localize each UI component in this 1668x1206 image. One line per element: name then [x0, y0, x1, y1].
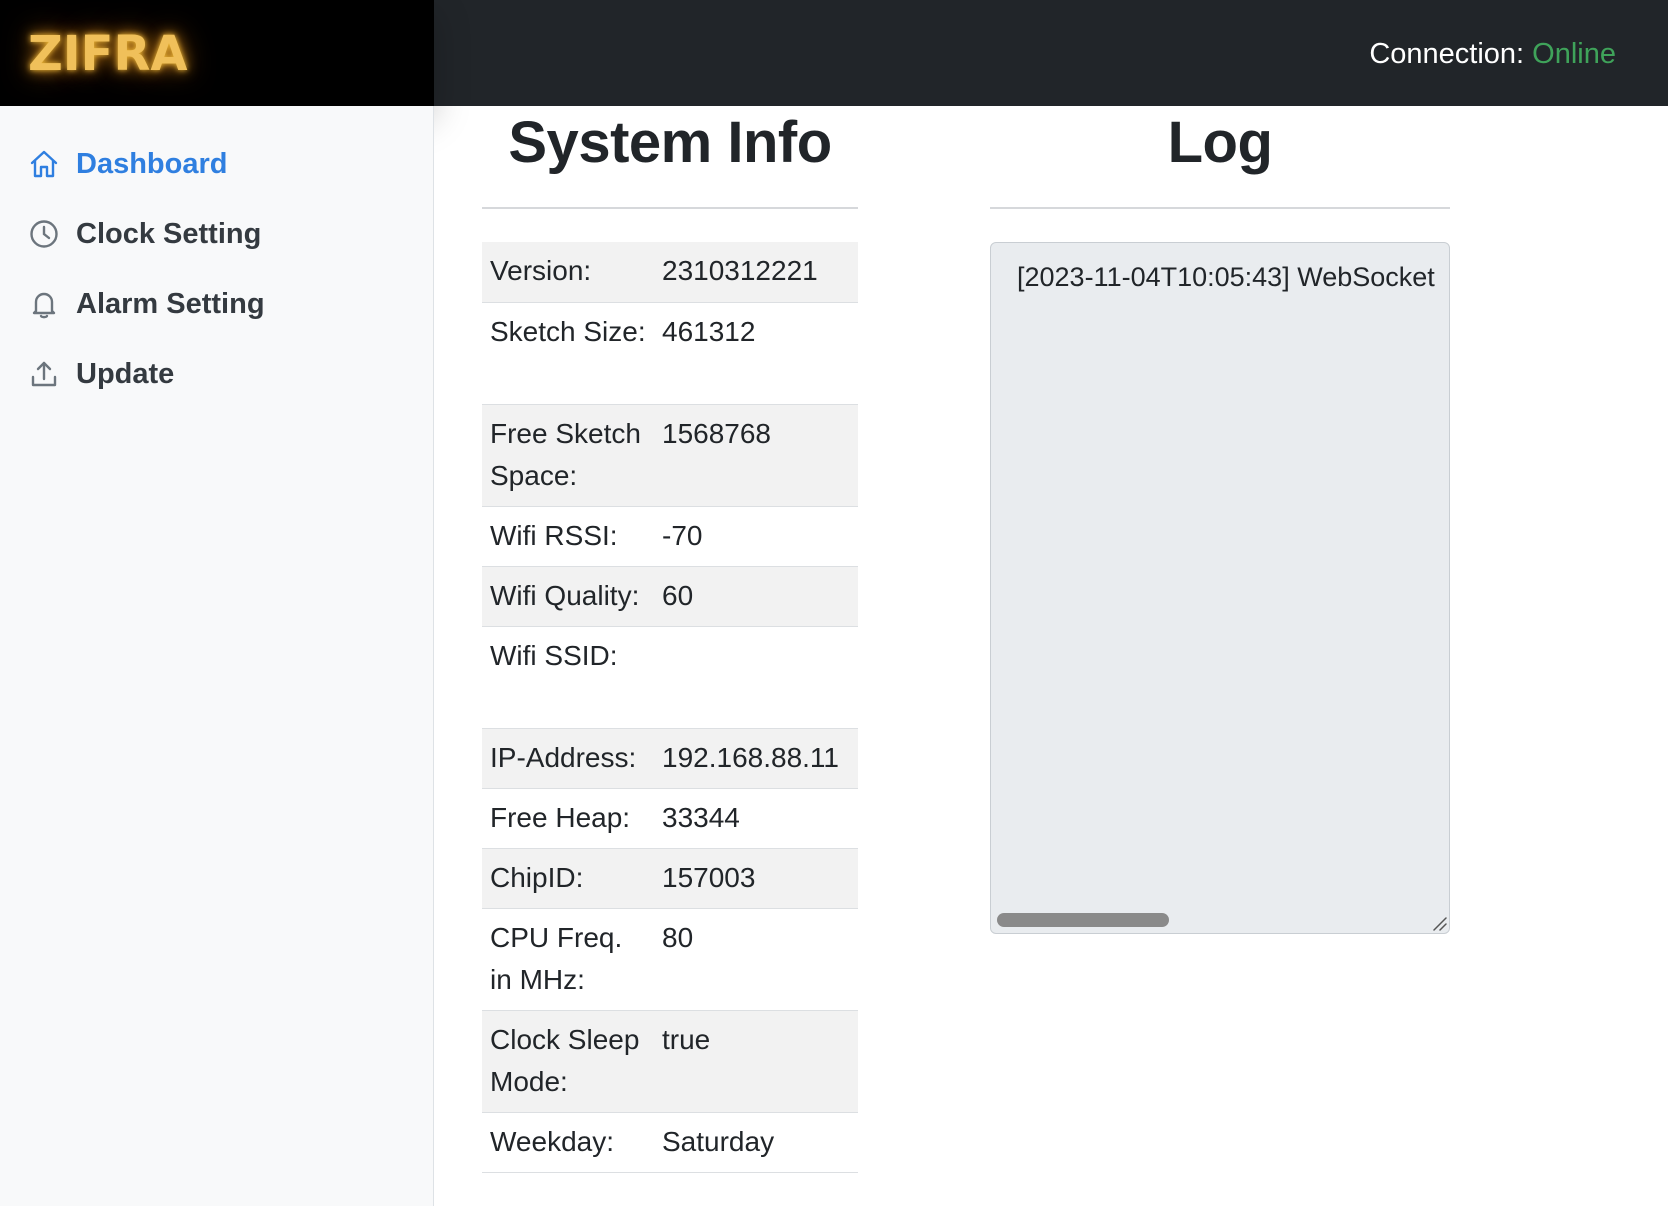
info-value: 192.168.88.11 [654, 728, 858, 789]
table-row: Wifi Quality: 60 [482, 566, 858, 627]
system-info-table: Version: 2310312221 Sketch Size: 461312 … [482, 242, 858, 1173]
table-row: Clock Sleep Mode: true [482, 1010, 858, 1113]
info-value [654, 626, 858, 729]
system-info-title: System Info [508, 110, 832, 175]
table-row: Free Heap: 33344 [482, 788, 858, 849]
info-key: Weekday: [482, 1112, 654, 1173]
info-key: Wifi RSSI: [482, 506, 654, 567]
connection-status: Online [1532, 38, 1616, 70]
top-navbar: ZIFRA Connection: Online [0, 0, 1668, 106]
sidebar: Dashboard Clock Setting Alarm Setting Up… [0, 106, 434, 1206]
info-value: -70 [654, 506, 858, 567]
info-value: 60 [654, 566, 858, 627]
sidebar-item-label: Dashboard [76, 147, 228, 180]
bell-icon [28, 288, 60, 320]
info-value: 1568768 [654, 404, 858, 507]
table-row: Sketch Size: 461312 [482, 302, 858, 405]
info-value: 2310312221 [654, 242, 858, 303]
info-key: Version: [482, 242, 654, 303]
home-icon [28, 148, 60, 180]
info-key: Free Heap: [482, 788, 654, 849]
sidebar-item-clock-setting[interactable]: Clock Setting [28, 214, 261, 254]
info-value: 80 [654, 908, 858, 1011]
log-textarea[interactable]: [2023-11-04T10:05:43] WebSocket [990, 242, 1450, 934]
info-value: 157003 [654, 848, 858, 909]
upload-icon [28, 358, 60, 390]
table-row: IP-Address: 192.168.88.11 [482, 728, 858, 789]
info-value: true [654, 1010, 858, 1113]
system-info-divider [482, 207, 858, 209]
info-value: 461312 [654, 302, 858, 405]
info-value: 33344 [654, 788, 858, 849]
table-row: Wifi SSID: [482, 626, 858, 729]
sidebar-item-dashboard[interactable]: Dashboard [28, 144, 227, 184]
info-key: CPU Freq. in MHz: [482, 908, 654, 1011]
info-value: Saturday [654, 1112, 858, 1173]
connection-label: Connection: [1369, 38, 1525, 70]
brand-area: ZIFRA [0, 0, 434, 106]
log-divider [990, 207, 1450, 209]
table-row: CPU Freq. in MHz: 80 [482, 908, 858, 1011]
info-key: IP-Address: [482, 728, 654, 789]
resize-grip-icon[interactable] [1431, 915, 1447, 931]
table-row: ChipID: 157003 [482, 848, 858, 909]
info-key: Clock Sleep Mode: [482, 1010, 654, 1113]
sidebar-item-alarm-setting[interactable]: Alarm Setting [28, 284, 265, 324]
connection-indicator: Connection: Online [1369, 36, 1616, 72]
table-row: Version: 2310312221 [482, 242, 858, 303]
table-row: Wifi RSSI: -70 [482, 506, 858, 567]
table-row: Free Sketch Space: 1568768 [482, 404, 858, 507]
horizontal-scrollbar[interactable] [997, 913, 1169, 927]
log-title: Log [1167, 110, 1273, 175]
sidebar-item-label: Clock Setting [76, 217, 262, 250]
brand-logo[interactable]: ZIFRA [28, 26, 188, 82]
info-key: Wifi SSID: [482, 626, 654, 729]
log-text: [2023-11-04T10:05:43] WebSocket [1017, 262, 1435, 292]
table-row: Weekday: Saturday [482, 1112, 858, 1173]
info-key: Sketch Size: [482, 302, 654, 405]
clock-icon [28, 218, 60, 250]
info-key: ChipID: [482, 848, 654, 909]
sidebar-item-update[interactable]: Update [28, 354, 174, 394]
info-key: Wifi Quality: [482, 566, 654, 627]
sidebar-item-label: Update [76, 357, 175, 390]
sidebar-item-label: Alarm Setting [76, 287, 265, 320]
info-key: Free Sketch Space: [482, 404, 654, 507]
